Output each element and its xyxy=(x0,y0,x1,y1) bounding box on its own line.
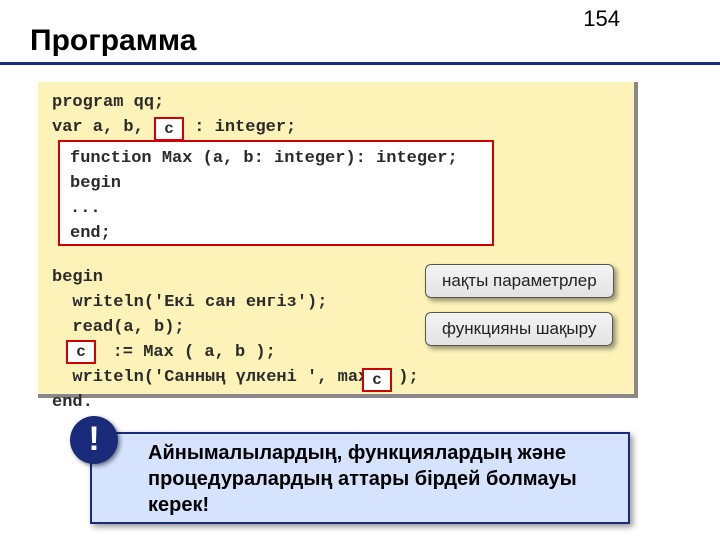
warning-box: Айнымалылардың, функциялардың және проце… xyxy=(90,432,630,524)
page-number: 154 xyxy=(583,6,620,32)
c-marker: c xyxy=(362,368,392,392)
func-line: function Max (a, b: integer): integer; xyxy=(70,149,458,168)
code-line: end. xyxy=(52,393,93,412)
code-line: := Max ( a, b ); xyxy=(102,343,275,362)
warning-text: Айнымалылардың, функциялардың және проце… xyxy=(148,442,577,516)
title-underline xyxy=(0,62,720,65)
code-line: : integer; xyxy=(184,118,296,137)
code-line: read(a, b); xyxy=(52,318,185,337)
callout-call: функцияны шақыру xyxy=(425,312,613,346)
callout-params: нақты параметрлер xyxy=(425,264,614,298)
c-marker: c xyxy=(66,340,96,364)
warning-icon: ! xyxy=(70,416,118,464)
code-line: begin xyxy=(52,268,103,287)
code-line: ); xyxy=(398,368,418,387)
function-box: function Max (a, b: integer): integer; b… xyxy=(58,140,494,246)
c-marker: c xyxy=(154,117,184,141)
code-line: writeln('Санның үлкені ', max xyxy=(52,368,368,387)
func-line: end; xyxy=(70,224,111,243)
code-line: var a, b, xyxy=(52,118,154,137)
code-line: writeln('Екі сан енгіз'); xyxy=(52,293,327,312)
func-line: begin xyxy=(70,174,121,193)
page-title: Программа xyxy=(30,24,196,58)
code-line: program qq; xyxy=(52,93,164,112)
func-line: ... xyxy=(70,199,101,218)
